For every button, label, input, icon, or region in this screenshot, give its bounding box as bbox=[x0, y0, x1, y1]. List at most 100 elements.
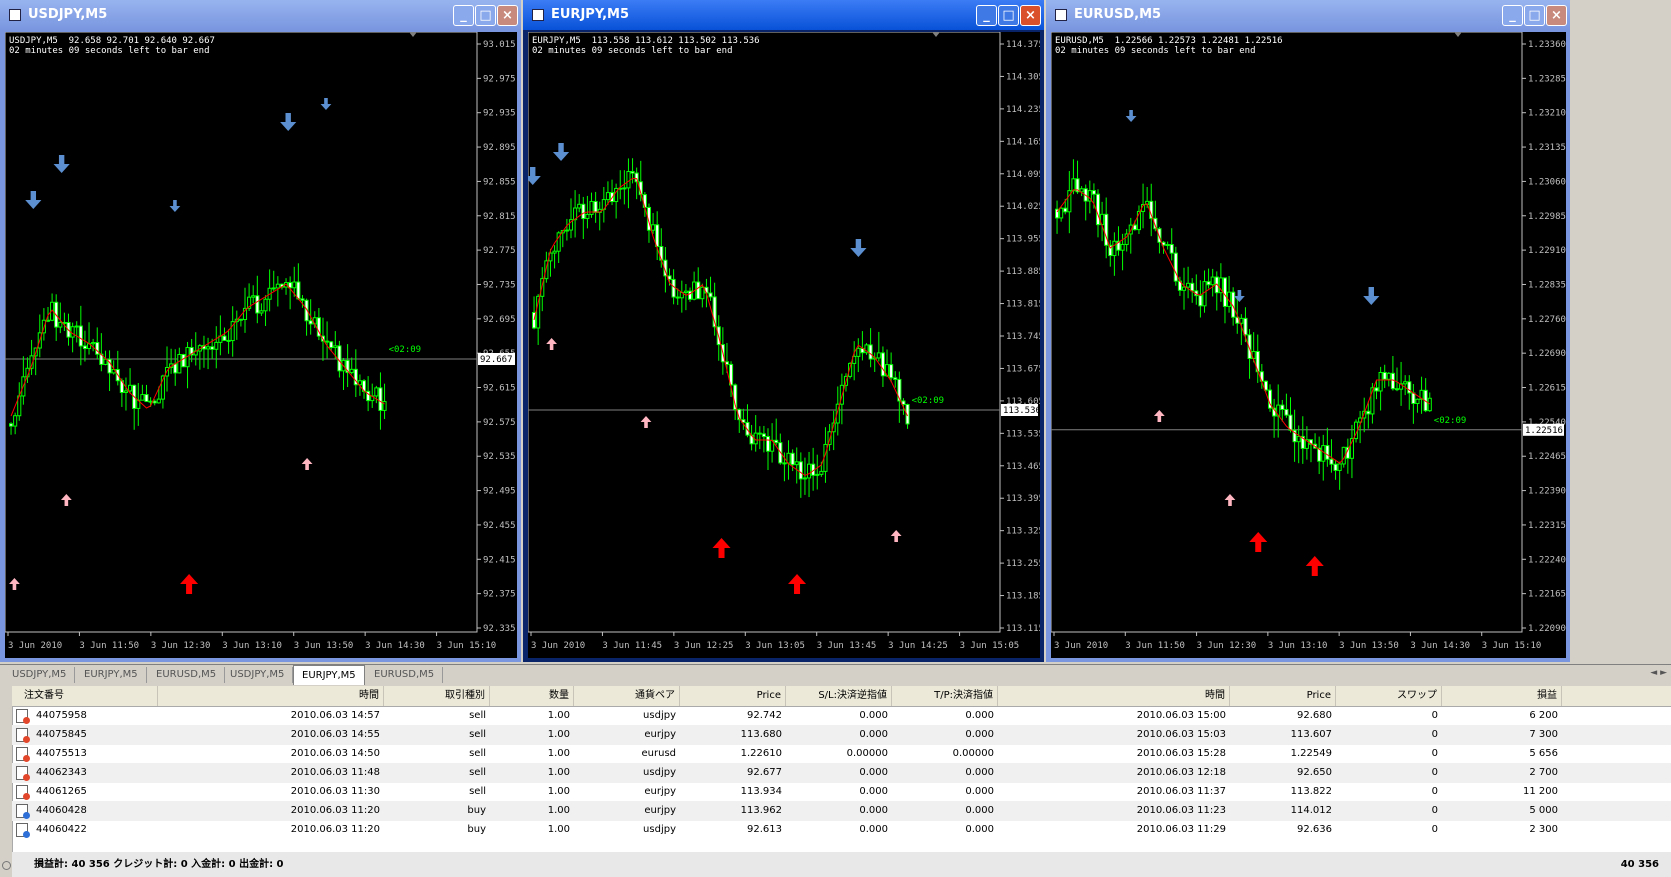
minimize-icon[interactable]: _ bbox=[453, 5, 474, 26]
column-header-3[interactable]: 数量 bbox=[490, 686, 574, 706]
column-header-1[interactable]: 時間 bbox=[158, 686, 384, 706]
candle bbox=[70, 326, 75, 338]
cell-11: 5 000 bbox=[1529, 805, 1558, 816]
cell-6: 0.000 bbox=[859, 710, 888, 721]
candle bbox=[1132, 224, 1137, 231]
column-header-4[interactable]: 通貨ペア bbox=[574, 686, 680, 706]
candle bbox=[156, 398, 161, 404]
y-tick-label: 93.015 bbox=[483, 40, 516, 50]
candle bbox=[148, 400, 153, 403]
candle bbox=[1288, 414, 1293, 431]
column-header-11[interactable]: 損益 bbox=[1442, 686, 1562, 706]
y-tick-label: 92.535 bbox=[483, 452, 516, 462]
candle bbox=[671, 278, 676, 298]
sell-order-icon bbox=[16, 785, 30, 800]
buy-arrow-icon bbox=[712, 538, 731, 558]
table-row[interactable]: 44075513 2010.06.03 14:50 sell 1.00 eurusd 1.… bbox=[12, 744, 1671, 764]
tab-eurjpy-2[interactable]: EURJPY,M5 bbox=[293, 665, 365, 685]
tab-eurusd-2[interactable]: EURUSD,M5 bbox=[366, 667, 444, 683]
column-header-2[interactable]: 取引種別 bbox=[384, 686, 490, 706]
column-header-0[interactable]: 注文番号 bbox=[20, 686, 158, 706]
candle bbox=[1280, 404, 1285, 410]
y-tick-label: 92.695 bbox=[483, 315, 516, 325]
candle bbox=[683, 290, 688, 294]
table-row[interactable]: 44062343 2010.06.03 11:48 sell 1.00 usdjpy 92… bbox=[12, 763, 1671, 783]
orders-table: 注文番号 時間 取引種別 数量 通貨ペア Price S/L:決済逆指値 T/P:決済指値 時間… bbox=[0, 686, 1671, 877]
column-header-8[interactable]: 時間 bbox=[998, 686, 1230, 706]
candle bbox=[1243, 317, 1248, 336]
y-tick-label: 92.775 bbox=[483, 246, 516, 256]
y-tick-label: 113.885 bbox=[1006, 267, 1040, 277]
y-tick-label: 1.22985 bbox=[1528, 212, 1566, 222]
y-tick-label: 1.23285 bbox=[1528, 74, 1566, 84]
tab-eurusd-1[interactable]: EURUSD,M5 bbox=[148, 667, 226, 683]
titlebar[interactable]: EURJPY,M5 _ □ × bbox=[523, 0, 1044, 30]
candle bbox=[1095, 193, 1101, 226]
candle bbox=[152, 400, 157, 404]
bar-countdown: <02:09 bbox=[389, 345, 422, 355]
chart-area[interactable]: 1.23360 1.23285 1.23210 1.23135 1.23060 1.229… bbox=[1051, 32, 1566, 658]
candle bbox=[1325, 445, 1330, 460]
candle bbox=[1165, 244, 1170, 247]
candle bbox=[173, 363, 178, 374]
x-tick-label: 3 Jun 13:10 bbox=[1268, 641, 1328, 651]
cell-2: sell bbox=[469, 767, 486, 778]
candle bbox=[1337, 463, 1342, 471]
candle bbox=[1415, 398, 1420, 404]
tab-eurjpy-1[interactable]: EURJPY,M5 bbox=[76, 667, 147, 683]
maximize-icon[interactable]: □ bbox=[1524, 5, 1545, 26]
candle bbox=[708, 292, 713, 298]
candle bbox=[802, 477, 807, 480]
candle bbox=[1186, 282, 1191, 288]
tab-scroll-arrows[interactable]: ◄ ► bbox=[1650, 668, 1667, 678]
minimize-icon[interactable]: _ bbox=[976, 5, 997, 26]
chart-window-usdjpy[interactable]: USDJPY,M5 _ □ × 93.015 92.975 92.935 92.895… bbox=[0, 0, 521, 662]
x-tick-label: 3 Jun 2010 bbox=[1054, 641, 1108, 651]
buy-arrow-icon bbox=[60, 494, 72, 506]
cell-9: 92.680 bbox=[1297, 710, 1332, 721]
cell-11: 7 300 bbox=[1529, 729, 1558, 740]
sell-order-icon bbox=[16, 728, 30, 743]
chart-area[interactable]: 93.015 92.975 92.935 92.895 92.855 92.815 92.7… bbox=[5, 32, 517, 658]
titlebar[interactable]: USDJPY,M5 _ □ × bbox=[0, 0, 521, 30]
cell-9: 92.636 bbox=[1297, 824, 1332, 835]
titlebar[interactable]: EURUSD,M5 _ □ × bbox=[1046, 0, 1570, 30]
cell-0: 44075958 bbox=[36, 710, 87, 721]
close-icon[interactable]: × bbox=[1546, 5, 1567, 26]
cell-9: 1.22549 bbox=[1290, 748, 1332, 759]
chart-window-eurusd[interactable]: EURUSD,M5 _ □ × 1.23360 1.23285 1.23210 1.2… bbox=[1046, 0, 1570, 662]
table-row[interactable]: 44075845 2010.06.03 14:55 sell 1.00 eurjpy 11… bbox=[12, 725, 1671, 745]
y-tick-label: 92.975 bbox=[483, 74, 516, 84]
y-tick-label: 113.115 bbox=[1006, 624, 1040, 634]
buy-arrow-icon bbox=[546, 338, 557, 350]
y-tick-label: 113.395 bbox=[1006, 494, 1040, 504]
candle bbox=[889, 364, 894, 379]
close-icon[interactable]: × bbox=[497, 5, 518, 26]
column-header-10[interactable]: スワップ bbox=[1336, 686, 1442, 706]
cell-0: 44062343 bbox=[36, 767, 87, 778]
close-icon[interactable]: × bbox=[1020, 5, 1041, 26]
sell-order-icon bbox=[16, 766, 30, 781]
chart-tab-bar: USDJPY,M5 EURJPY,M5 EURUSD,M5 USDJPY,M5 … bbox=[0, 664, 1671, 685]
candle bbox=[1284, 408, 1289, 416]
candle bbox=[1411, 392, 1416, 404]
tab-usdjpy-1[interactable]: USDJPY,M5 bbox=[4, 667, 76, 683]
minimize-icon[interactable]: _ bbox=[1502, 5, 1523, 26]
table-row[interactable]: 44060422 2010.06.03 11:20 buy 1.00 usdjpy 92.… bbox=[12, 820, 1671, 840]
column-header-9[interactable]: Price bbox=[1230, 686, 1336, 706]
tab-usdjpy-2[interactable]: USDJPY,M5 bbox=[222, 667, 294, 683]
buy-arrow-icon bbox=[640, 416, 652, 428]
maximize-icon[interactable]: □ bbox=[475, 5, 496, 26]
chart-window-eurjpy[interactable]: EURJPY,M5 _ □ × 114.375114.305114.235114… bbox=[523, 0, 1044, 662]
column-header-7[interactable]: T/P:決済指値 bbox=[892, 686, 998, 706]
cell-6: 0.000 bbox=[859, 824, 888, 835]
table-row[interactable]: 44061265 2010.06.03 11:30 sell 1.00 eurjpy 11… bbox=[12, 782, 1671, 802]
column-header-5[interactable]: Price bbox=[680, 686, 786, 706]
table-row[interactable]: 44075958 2010.06.03 14:57 sell 1.00 usdjpy 92… bbox=[12, 706, 1671, 726]
column-header-6[interactable]: S/L:決済逆指値 bbox=[786, 686, 892, 706]
y-tick-label: 114.305 bbox=[1006, 72, 1040, 82]
candle bbox=[815, 473, 820, 476]
chart-area[interactable]: 114.375 114.305 114.235 114.165 114.095 114.0… bbox=[528, 32, 1040, 658]
table-row[interactable]: 44060428 2010.06.03 11:20 buy 1.00 eurjpy 113… bbox=[12, 801, 1671, 821]
maximize-icon[interactable]: □ bbox=[998, 5, 1019, 26]
